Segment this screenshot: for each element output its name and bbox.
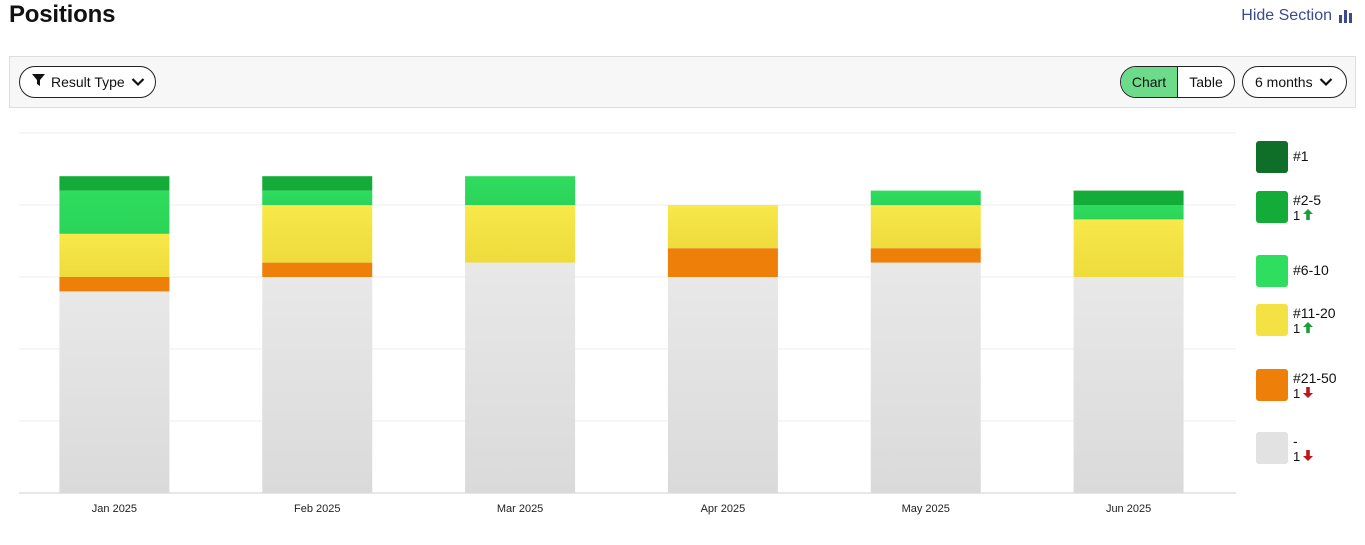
bar-segment[interactable] — [262, 205, 373, 263]
legend-label: #11-20 — [1293, 305, 1336, 321]
legend-item[interactable]: #11-20 1 — [1256, 304, 1361, 344]
result-type-filter-button[interactable]: Result Type — [19, 66, 156, 98]
legend-label: #21-50 — [1293, 370, 1337, 386]
legend-item[interactable]: #21-50 1 — [1256, 369, 1361, 409]
legend-delta-value: 1 — [1293, 449, 1301, 464]
legend-item[interactable]: #2-5 1 — [1256, 191, 1361, 231]
bar-segment[interactable] — [465, 205, 576, 263]
bar-segment[interactable] — [59, 291, 170, 493]
bar-segment[interactable] — [870, 262, 981, 493]
hide-section-label: Hide Section — [1241, 7, 1332, 24]
legend-swatch — [1256, 432, 1288, 464]
bar-segment[interactable] — [870, 190, 981, 205]
positions-chart: Jan 2025 Feb 2025 Mar 2025 Apr 2025 May 2025… — [0, 120, 1240, 530]
bar-segment[interactable] — [262, 277, 373, 493]
bar-segment[interactable] — [1073, 205, 1184, 220]
page-title: Positions — [9, 1, 116, 28]
bar-segment[interactable] — [59, 233, 170, 277]
legend-swatch — [1256, 141, 1288, 173]
legend-delta-value: 1 — [1293, 321, 1301, 336]
result-type-label: Result Type — [51, 74, 125, 90]
legend-item[interactable]: -1 — [1256, 432, 1361, 472]
view-toggle: Chart Table — [1120, 66, 1235, 98]
x-tick-label: Jun 2025 — [1106, 503, 1151, 515]
legend-item[interactable]: #6-10 — [1256, 255, 1361, 295]
x-tick-label: Feb 2025 — [294, 503, 340, 515]
arrow-down-icon — [1303, 386, 1314, 401]
x-tick-label: May 2025 — [902, 503, 950, 515]
bar-segment[interactable] — [59, 176, 170, 191]
bar-segment[interactable] — [870, 248, 981, 263]
arrow-up-icon — [1303, 321, 1314, 336]
bar-segment[interactable] — [59, 190, 170, 234]
bar-segment[interactable] — [262, 190, 373, 205]
legend-delta: 1 — [1293, 386, 1314, 401]
legend-delta: 1 — [1293, 321, 1314, 336]
bar-segment[interactable] — [870, 205, 981, 249]
legend-swatch — [1256, 255, 1288, 287]
legend-delta-value: 1 — [1293, 208, 1301, 223]
hide-section-button[interactable]: Hide Section — [1241, 7, 1353, 25]
bar-segment[interactable] — [262, 176, 373, 191]
bar-segment[interactable] — [1073, 190, 1184, 205]
bar-segment[interactable] — [465, 176, 576, 205]
bar-segment[interactable] — [262, 262, 373, 277]
x-tick-label: Apr 2025 — [701, 503, 746, 515]
legend-delta: 1 — [1293, 208, 1314, 223]
legend-label: #1 — [1293, 148, 1309, 164]
bar-segment[interactable] — [59, 277, 170, 292]
bar-segment[interactable] — [667, 205, 778, 249]
legend-delta-value: 1 — [1293, 386, 1301, 401]
bar-segment[interactable] — [667, 248, 778, 277]
x-tick-label: Mar 2025 — [497, 503, 543, 515]
bar-chart-icon — [1339, 9, 1353, 23]
legend-label: - — [1293, 433, 1298, 449]
legend-swatch — [1256, 304, 1288, 336]
bar-segment[interactable] — [465, 262, 576, 493]
legend-delta: 1 — [1293, 449, 1314, 464]
filter-icon — [32, 74, 45, 90]
legend-label: #6-10 — [1293, 262, 1329, 278]
chart-toolbar: Result Type Chart Table 6 months — [9, 56, 1356, 108]
legend-label: #2-5 — [1293, 192, 1322, 208]
legend-item[interactable]: #1 — [1256, 141, 1361, 181]
legend-swatch — [1256, 369, 1288, 401]
arrow-down-icon — [1303, 449, 1314, 464]
bar-segment[interactable] — [1073, 277, 1184, 493]
chevron-down-icon — [131, 74, 145, 90]
arrow-up-icon — [1303, 208, 1314, 223]
chart-view-button[interactable]: Chart — [1121, 67, 1178, 97]
bar-segment[interactable] — [1073, 219, 1184, 277]
legend-swatch — [1256, 191, 1288, 223]
x-tick-label: Jan 2025 — [92, 503, 137, 515]
table-view-button[interactable]: Table — [1178, 67, 1234, 97]
period-label: 6 months — [1255, 74, 1313, 90]
period-select[interactable]: 6 months — [1242, 66, 1347, 98]
bar-segment[interactable] — [667, 277, 778, 493]
chevron-down-icon — [1319, 74, 1333, 90]
